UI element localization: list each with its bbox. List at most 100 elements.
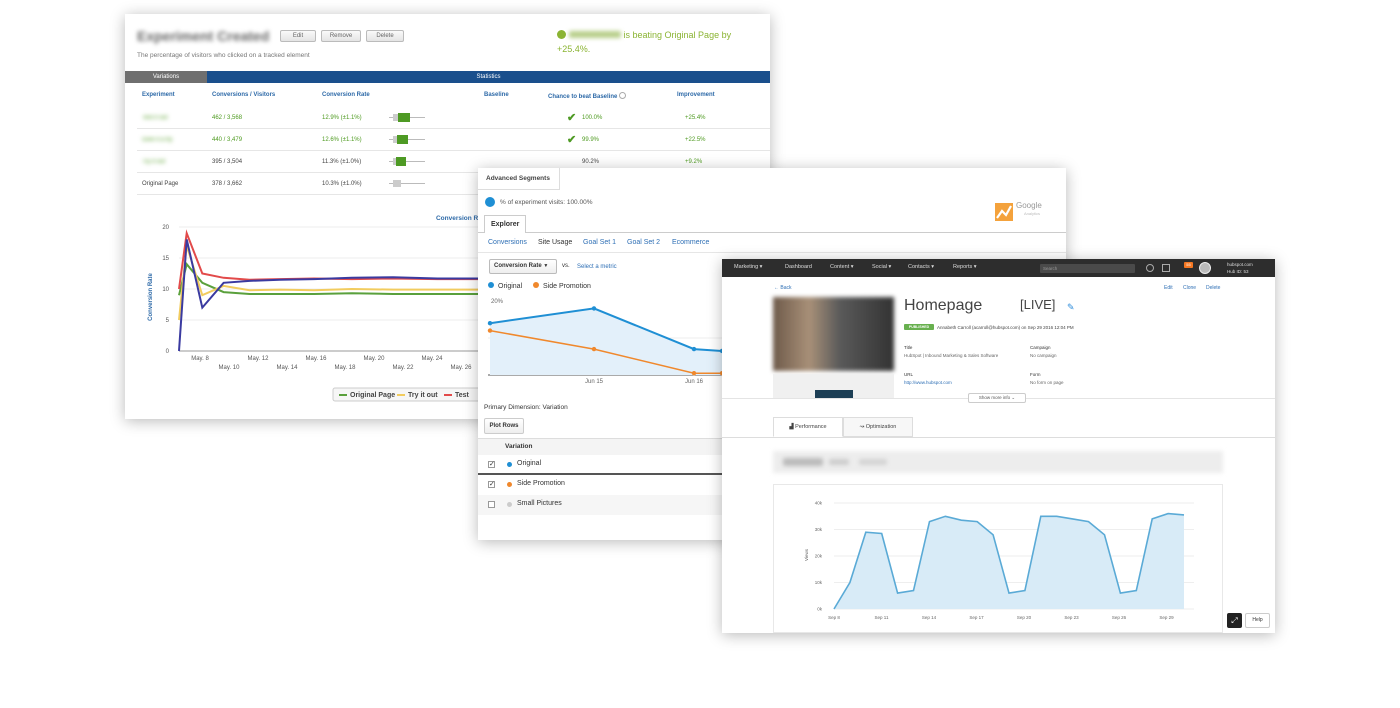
x-tick-label: Sep 26	[1112, 615, 1127, 620]
views-area-chart: 0k 10k 20k 30k 40k Views Sep 8 Sep 11 Sep 14 Sep …	[804, 501, 1194, 620]
trend-icon: ↝	[859, 424, 865, 430]
experiment-title: Experiment Created	[137, 28, 270, 44]
delete-link[interactable]: Delete	[1206, 285, 1220, 291]
tab-explorer[interactable]: Explorer	[484, 215, 527, 233]
edit-link[interactable]: Edit	[1164, 285, 1173, 291]
primary-dimension-value[interactable]: Variation	[543, 404, 568, 411]
hub-info[interactable]: hubspot.com Hub ID: 53	[1227, 261, 1253, 275]
select-metric-link[interactable]: Select a metric	[577, 264, 617, 270]
tab-optimization[interactable]: ↝ Optimization	[843, 417, 913, 437]
visits-label: % of experiment visits: 100.00%	[500, 199, 593, 206]
col-experiment: Experiment	[142, 92, 175, 98]
back-link[interactable]: ← Back	[774, 285, 792, 291]
academy-icon[interactable]	[1162, 264, 1170, 272]
subtab-goal-set-1[interactable]: Goal Set 1	[583, 239, 616, 246]
stat-value	[783, 458, 823, 466]
variation-row-name: Original	[517, 460, 542, 467]
edit-button[interactable]: Edit	[280, 30, 316, 42]
tab-divider	[722, 437, 1275, 438]
conversion-range-bar	[389, 157, 425, 166]
nav-reports[interactable]: Reports ▾	[953, 264, 977, 270]
vs-label: vs.	[562, 263, 570, 269]
x-tick-label: May. 18	[335, 365, 357, 371]
legend-label: Test	[455, 392, 470, 399]
url-link[interactable]: http://www.hubspot.com	[904, 380, 952, 385]
winning-variation-name	[569, 31, 621, 38]
data-point	[691, 346, 697, 352]
plot-rows-button[interactable]: Plot Rows	[484, 418, 524, 434]
avatar[interactable]	[1199, 262, 1211, 274]
range-fill	[398, 113, 410, 122]
campaign-value: No campaign	[1030, 353, 1057, 358]
google-analytics-logo-icon	[995, 203, 1013, 221]
variation-checkbox[interactable]: ✓	[488, 461, 495, 468]
experiment-subtitle: The percentage of visitors who clicked o…	[137, 52, 310, 59]
variation-name: Original Page	[142, 181, 179, 187]
tab-performance[interactable]: ▟ Performance	[773, 417, 843, 437]
divider	[478, 252, 1066, 253]
title-label: Title	[904, 345, 913, 350]
variation-checkbox[interactable]: ✓	[488, 481, 495, 488]
delete-button[interactable]: Delete	[366, 30, 404, 42]
form-value: No form on page	[1030, 380, 1064, 385]
range-fill	[397, 135, 408, 144]
help-button[interactable]: Help	[1245, 613, 1270, 628]
chance-cell: 100.0%	[582, 115, 603, 121]
top-navigation: Marketing ▾ Dashboard Content ▾ Social ▾…	[722, 259, 1275, 277]
range-fill	[394, 179, 400, 188]
variation-checkbox[interactable]	[488, 501, 495, 508]
subtab-conversions[interactable]: Conversions	[488, 239, 527, 246]
notification-badge[interactable]: 55	[1184, 262, 1193, 268]
chart-legend: Original Page Try it out Test	[332, 387, 494, 402]
y-tick-label: 15	[162, 256, 169, 262]
legend-side-promotion: Side Promotion	[533, 282, 591, 290]
back-label: Back	[780, 285, 792, 291]
subtab-site-usage[interactable]: Site Usage	[538, 239, 572, 246]
subtab-goal-set-2[interactable]: Goal Set 2	[627, 239, 660, 246]
nav-marketing[interactable]: Marketing ▾	[734, 264, 762, 270]
show-more-button[interactable]: Show more info ⌄	[968, 393, 1026, 403]
page-title: Homepage	[904, 297, 983, 314]
campaign-label: Campaign	[1030, 345, 1051, 350]
author-line: Annabeth Carroll (acarroll@hubspot.com) …	[937, 325, 1074, 330]
tab-variations[interactable]: Variations	[125, 71, 207, 83]
series-line-3	[178, 229, 485, 290]
nav-social[interactable]: Social ▾	[872, 264, 891, 270]
col-rate: Conversion Rate	[322, 92, 370, 98]
metric-select-value: Conversion Rate	[494, 263, 542, 269]
nav-dashboard[interactable]: Dashboard	[785, 264, 812, 270]
range-fill	[396, 157, 406, 166]
conversions-cell: 395 / 3,504	[212, 159, 243, 165]
variation-row-name: Side Promotion	[517, 480, 565, 487]
x-tick-label: May. 26	[451, 365, 473, 371]
nav-contacts[interactable]: Contacts ▾	[908, 264, 934, 270]
series-dot-icon	[507, 462, 512, 467]
bar-chart-icon: ▟	[789, 424, 794, 430]
tab-statistics[interactable]: Statistics	[207, 71, 770, 83]
primary-dimension-label: Primary Dimension:	[484, 404, 541, 411]
clone-link[interactable]: Clone	[1183, 285, 1196, 291]
x-tick-label: Sep 17	[969, 615, 984, 620]
chance-cell: 90.2%	[582, 159, 600, 165]
variation-row-name: Small Pictures	[517, 500, 562, 507]
pencil-icon[interactable]: ✎	[1067, 302, 1075, 313]
views-area	[834, 513, 1184, 609]
metric-select[interactable]: Conversion Rate ▼	[489, 259, 557, 274]
show-more-label: Show more info	[978, 395, 1011, 400]
calendar-icon[interactable]	[1146, 264, 1154, 272]
x-tick-label: May. 22	[393, 365, 415, 371]
ga-logo-text: Google	[1016, 201, 1042, 210]
nav-content[interactable]: Content ▾	[830, 264, 854, 270]
winner-text: is beating Original Page by	[623, 30, 732, 40]
subtab-ecommerce[interactable]: Ecommerce	[672, 239, 709, 246]
search-input[interactable]: Search	[1040, 264, 1135, 273]
remove-button[interactable]: Remove	[321, 30, 361, 42]
y-tick-label: 20k	[815, 554, 823, 559]
expand-icon[interactable]: ⤢	[1227, 613, 1242, 628]
arrow-left-icon: ←	[774, 285, 779, 291]
advanced-segments-button[interactable]: Advanced Segments	[478, 168, 560, 190]
table-row[interactable]: Test it out 462 / 3,568 12.9% (±1.1%) 100.0…	[137, 108, 770, 129]
table-row[interactable]: Give it a try 440 / 3,479 12.6% (±1.1%) 99.…	[137, 130, 770, 151]
stat-label	[829, 459, 849, 465]
x-tick-label: May. 14	[277, 365, 299, 371]
